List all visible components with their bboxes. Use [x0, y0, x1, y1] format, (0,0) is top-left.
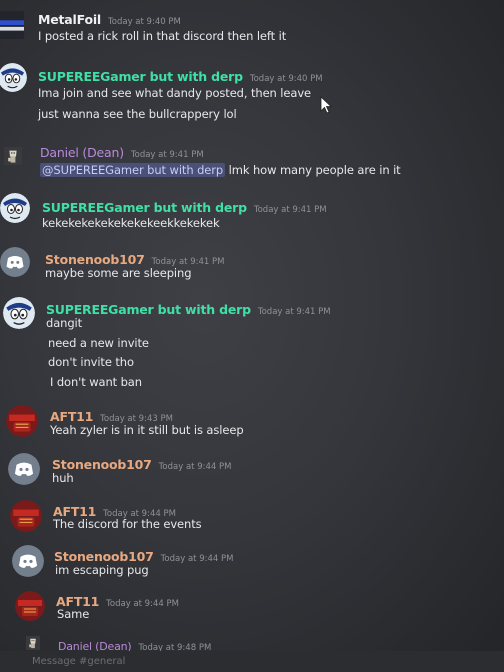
message-header: Stonenoob107 Today at 9:44 PM	[52, 454, 231, 473]
message-text: im escaping pug	[55, 563, 149, 577]
message-text: I don't want ban	[50, 375, 142, 389]
message-text: dangit	[46, 316, 83, 330]
user-mention[interactable]: @SUPEREEGamer but with derp	[40, 163, 226, 177]
message-text: just wanna see the bullcrappery lol	[38, 107, 237, 121]
user-avatar[interactable]	[3, 297, 35, 329]
default-avatar-icon[interactable]	[8, 453, 40, 485]
username[interactable]: AFT11	[50, 409, 93, 424]
message-header: SUPEREEGamer but with derp Today at 9:40 …	[38, 66, 323, 85]
username[interactable]: MetalFoil	[38, 12, 101, 27]
message-text: Ima join and see what dandy posted, then…	[38, 86, 311, 100]
username[interactable]: SUPEREEGamer but with derp	[46, 302, 251, 317]
message-text-part: lmk how many people are in it	[228, 163, 401, 177]
message-text: @SUPEREEGamer but with derp lmk how many…	[40, 163, 401, 177]
message-text: maybe some are sleeping	[45, 266, 192, 280]
message-header: SUPEREEGamer but with derp Today at 9:41 …	[46, 299, 331, 318]
user-avatar[interactable]	[0, 10, 24, 40]
user-avatar[interactable]	[26, 634, 40, 652]
username[interactable]: Daniel (Dean)	[40, 145, 124, 160]
timestamp: Today at 9:40 PM	[249, 74, 323, 84]
user-avatar[interactable]	[6, 405, 38, 437]
user-avatar[interactable]	[10, 500, 42, 532]
username[interactable]: SUPEREEGamer but with derp	[42, 200, 247, 215]
user-avatar[interactable]	[0, 63, 27, 92]
message-header: MetalFoil Today at 9:40 PM	[38, 9, 181, 28]
timestamp: Today at 9:41 PM	[257, 307, 331, 317]
timestamp: Today at 9:44 PM	[158, 462, 232, 472]
username[interactable]: Stonenoob107	[54, 549, 154, 564]
timestamp: Today at 9:44 PM	[106, 599, 179, 609]
message-composer[interactable]: Message #general	[0, 651, 504, 672]
message-text: The discord for the events	[53, 517, 202, 531]
message-text: Same	[57, 607, 90, 621]
timestamp: Today at 9:41 PM	[253, 205, 327, 215]
timestamp: Today at 9:44 PM	[160, 554, 234, 564]
message-text: Yeah zyler is in it still but is asleep	[50, 423, 244, 437]
message-header: SUPEREEGamer but with derp Today at 9:41 …	[42, 197, 327, 216]
default-avatar-icon[interactable]	[12, 545, 44, 577]
mouse-cursor-icon	[320, 96, 332, 114]
username[interactable]: Stonenoob107	[45, 252, 145, 267]
default-avatar-icon[interactable]	[0, 247, 30, 277]
message-text: need a new invite	[48, 336, 149, 350]
user-avatar[interactable]	[15, 591, 45, 621]
message-text: don't invite tho	[48, 355, 134, 369]
username[interactable]: Stonenoob107	[52, 457, 152, 472]
username[interactable]: SUPEREEGamer but with derp	[38, 69, 243, 84]
message-text: I posted a rick roll in that discord the…	[38, 29, 287, 43]
user-avatar[interactable]	[4, 142, 22, 170]
user-avatar[interactable]	[0, 193, 30, 223]
message-text: kekekekekekekekekeekkekekek	[42, 216, 220, 230]
timestamp: Today at 9:40 PM	[108, 17, 181, 27]
message-text: huh	[52, 471, 74, 485]
timestamp: Today at 9:41 PM	[130, 150, 204, 160]
message-input-placeholder[interactable]: Message #general	[32, 656, 125, 667]
message-header: Daniel (Dean) Today at 9:41 PM	[40, 142, 204, 161]
